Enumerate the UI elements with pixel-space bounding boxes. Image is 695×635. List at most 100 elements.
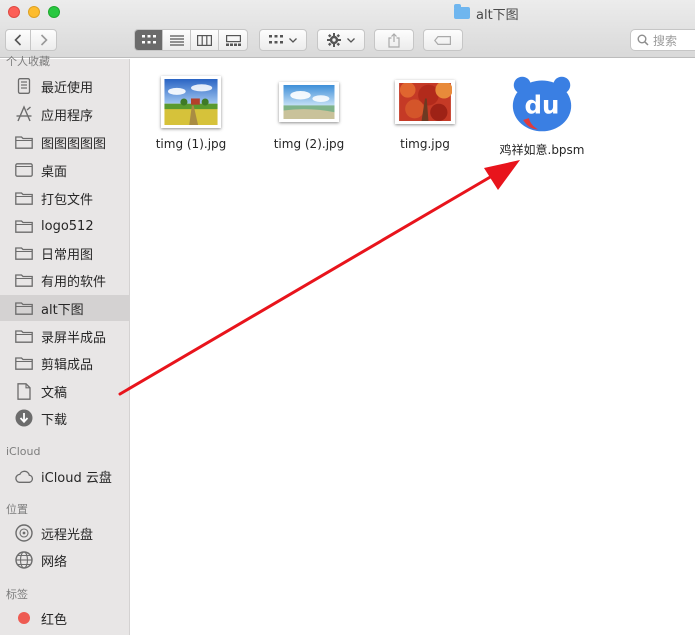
file-browser-content: timg (1).jpg timg (2).jpg timg.jpg du 鸡祥… (131, 59, 695, 635)
applications-icon (14, 105, 34, 123)
sidebar-item-documents[interactable]: 文稿 (0, 378, 130, 404)
folder-icon (454, 4, 470, 19)
network-icon (14, 551, 34, 569)
share-button[interactable] (374, 29, 414, 51)
icloud-header: iCloud (6, 445, 41, 458)
sidebar-item-tag-red[interactable]: 红色 (0, 605, 130, 631)
folder-icon (14, 299, 34, 317)
action-menu-button[interactable] (317, 29, 365, 51)
file-name: timg (1).jpg (155, 137, 227, 151)
folder-icon (14, 354, 34, 372)
gallery-icon (225, 34, 241, 46)
sidebar-item-folder-10[interactable]: 录屏半成品 (0, 323, 130, 349)
chevron-down-icon (347, 37, 355, 43)
sidebar-item-label: 日常用图 (41, 247, 94, 263)
sidebar-item-label: 剪辑成品 (41, 357, 94, 373)
sidebar-item-label: 红色 (41, 612, 68, 628)
sidebar-item-alt-folder[interactable]: alt下图 (0, 295, 130, 321)
minimize-window-button[interactable] (28, 6, 40, 18)
locations-header: 位置 (6, 503, 28, 516)
search-field[interactable]: 搜索 (630, 29, 695, 51)
landscape-beach-thumbnail (277, 74, 341, 130)
icon-view-button[interactable] (135, 30, 163, 50)
view-mode-control (134, 29, 248, 51)
favorites-header: 个人收藏 (6, 55, 50, 68)
gallery-view-button[interactable] (219, 30, 247, 50)
folder-icon (14, 271, 34, 289)
sidebar-item-label: 网络 (41, 554, 68, 570)
icon-grid-icon (141, 35, 156, 44)
recents-icon (14, 77, 34, 95)
sidebar-item-folder-11[interactable]: 剪辑成品 (0, 350, 130, 376)
file-item[interactable]: timg.jpg (370, 74, 480, 151)
edit-tags-button[interactable] (423, 29, 463, 51)
gear-icon (327, 33, 341, 47)
cloud-icon (14, 467, 34, 485)
sidebar-item-recents[interactable]: 最近使用 (0, 73, 130, 99)
window-title-text: alt下图 (476, 7, 519, 23)
sidebar-item-applications[interactable]: 应用程序 (0, 101, 130, 127)
red-tag-dot-icon (14, 609, 34, 627)
back-forward-control (5, 29, 57, 51)
folder-icon (14, 133, 34, 151)
icon-grid-icon (269, 35, 283, 44)
share-icon (388, 32, 400, 48)
sidebar-item-downloads[interactable]: 下载 (0, 405, 130, 431)
window-title: alt下图 (454, 4, 519, 23)
document-icon (14, 382, 34, 400)
disc-icon (14, 524, 34, 542)
sidebar-item-icloud-drive[interactable]: iCloud 云盘 (0, 463, 130, 489)
file-name: timg.jpg (400, 137, 450, 151)
sidebar-item-label: 最近使用 (41, 80, 94, 96)
folder-icon (14, 327, 34, 345)
sidebar-item-folder-3[interactable]: 图图图图图 (0, 129, 130, 155)
finder-window: alt下图 搜索 个人收藏 最近使用 应用程序 图图图图图 桌面 打包文件 lo… (0, 0, 695, 635)
search-placeholder: 搜索 (653, 33, 678, 48)
sidebar-item-label: 有用的软件 (41, 274, 107, 290)
download-icon (14, 409, 34, 427)
back-button[interactable] (6, 30, 31, 50)
sidebar-item-desktop[interactable]: 桌面 (0, 157, 130, 183)
close-window-button[interactable] (8, 6, 20, 18)
forward-button[interactable] (31, 30, 56, 50)
sidebar-item-folder-7[interactable]: 日常用图 (0, 240, 130, 266)
sidebar-item-label: 桌面 (41, 164, 68, 180)
sidebar-item-label: 文稿 (41, 385, 68, 401)
file-item[interactable]: timg (2).jpg (254, 74, 364, 151)
tag-icon (434, 35, 451, 45)
folder-icon (14, 217, 34, 235)
folder-icon (14, 244, 34, 262)
sidebar-item-remote-disc[interactable]: 远程光盘 (0, 520, 130, 546)
sidebar-item-label: iCloud 云盘 (41, 470, 112, 486)
sidebar-item-network[interactable]: 网络 (0, 547, 130, 573)
sidebar-item-label: 打包文件 (41, 192, 94, 208)
list-icon (169, 34, 184, 46)
file-item[interactable]: timg (1).jpg (136, 74, 246, 151)
list-view-button[interactable] (163, 30, 191, 50)
autumn-leaves-thumbnail (393, 74, 457, 130)
desktop-icon (14, 161, 34, 179)
file-item[interactable]: du 鸡祥如意.bpsm (487, 73, 597, 158)
file-name: timg (2).jpg (273, 137, 345, 151)
tags-header: 标签 (6, 588, 28, 601)
sidebar-item-folder-5[interactable]: 打包文件 (0, 185, 130, 211)
chevron-down-icon (289, 37, 297, 43)
folder-icon (14, 189, 34, 207)
zoom-window-button[interactable] (48, 6, 60, 18)
sidebar-item-label: logo512 (41, 218, 94, 234)
sidebar: 个人收藏 最近使用 应用程序 图图图图图 桌面 打包文件 logo512 日常用… (0, 55, 130, 635)
svg-text:du: du (525, 90, 560, 119)
file-name: 鸡祥如意.bpsm (499, 143, 585, 157)
sidebar-item-folder-8[interactable]: 有用的软件 (0, 267, 130, 293)
columns-icon (197, 34, 212, 46)
sidebar-item-folder-6[interactable]: logo512 (0, 213, 130, 239)
sidebar-item-label: 图图图图图 (41, 136, 107, 152)
sidebar-item-label: 录屏半成品 (41, 330, 107, 346)
landscape-farm-thumbnail (159, 74, 223, 130)
chevron-right-icon (40, 34, 48, 46)
toolbar: alt下图 搜索 (0, 0, 695, 58)
column-view-button[interactable] (191, 30, 219, 50)
search-icon (637, 34, 649, 46)
group-by-button[interactable] (259, 29, 307, 51)
sidebar-item-label: 下载 (41, 412, 68, 428)
